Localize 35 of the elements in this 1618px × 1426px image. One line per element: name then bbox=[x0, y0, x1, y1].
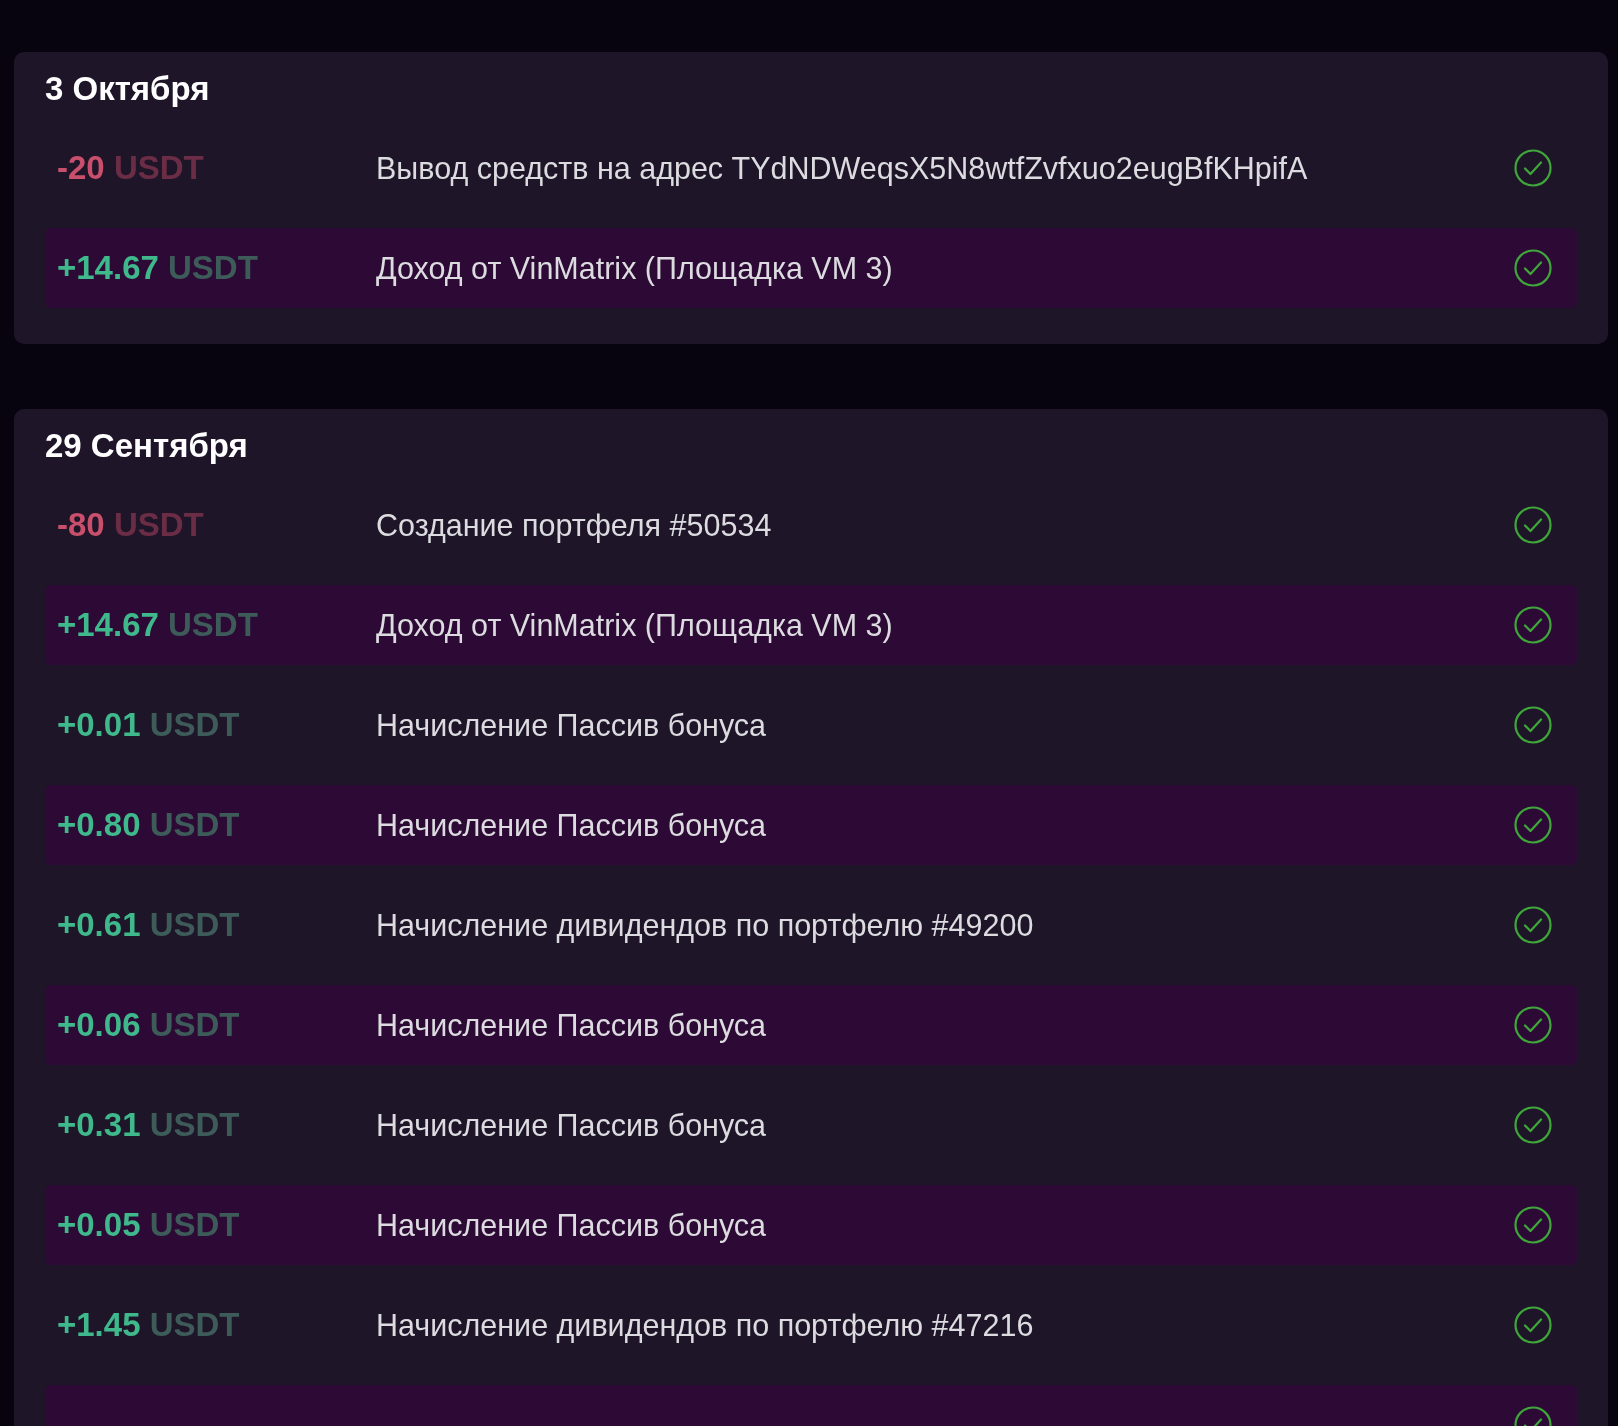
currency-label: USDT bbox=[149, 1206, 240, 1243]
transaction-description: Начисление Пассив бонуса bbox=[376, 707, 767, 743]
currency-label: USDT bbox=[149, 1006, 240, 1043]
transaction-amount: +1.45 bbox=[57, 1306, 141, 1343]
transaction-amount: -20 bbox=[57, 149, 105, 186]
transaction-amount: +0.05 bbox=[57, 1206, 141, 1243]
transaction-amount: +0.06 bbox=[57, 1006, 141, 1043]
transaction-amount: -80 bbox=[57, 506, 105, 543]
day-heading: 29 Сентября bbox=[45, 427, 249, 465]
currency-label: USDT bbox=[149, 906, 240, 943]
transaction-description: Начисление Пассив бонуса bbox=[376, 1007, 767, 1043]
transaction-description: Начисление дивидендов по портфелю #47216 bbox=[376, 1307, 1034, 1343]
transaction-description: Вывод средств на адрес TYdNDWeqsX5N8wtfZvfxuo2eugBfKHpifA bbox=[376, 150, 1308, 186]
currency-label: USDT bbox=[168, 606, 258, 643]
transaction-amount: +0.80 bbox=[57, 806, 141, 843]
transaction-amount: +14.67 bbox=[57, 249, 159, 286]
currency-label: USDT bbox=[168, 249, 258, 286]
transaction-description: Начисление Пассив бонуса bbox=[376, 1107, 767, 1143]
transaction-description: Начисление Пассив бонуса bbox=[376, 807, 767, 843]
currency-label: USDT bbox=[149, 1106, 240, 1143]
day-heading: 3 Октября bbox=[45, 70, 211, 108]
currency-label: USDT bbox=[149, 806, 240, 843]
transaction-amount: +0.31 bbox=[57, 1106, 141, 1143]
currency-label: USDT bbox=[113, 506, 204, 543]
currency-label: USDT bbox=[149, 1306, 240, 1343]
currency-label: USDT bbox=[149, 706, 240, 743]
transaction-description: Создание портфеля #50534 bbox=[376, 507, 772, 543]
transaction-amount: +14.67 bbox=[57, 606, 159, 643]
transaction-description: Начисление Пассив бонуса bbox=[376, 1207, 767, 1243]
transaction-description: Начисление дивидендов по портфелю #49200 bbox=[376, 907, 1034, 943]
transaction-description: Доход от VinMatrix (Площадка VM 3) bbox=[376, 607, 893, 643]
currency-label: USDT bbox=[113, 149, 204, 186]
transaction-description: Доход от VinMatrix (Площадка VM 3) bbox=[376, 250, 893, 286]
transaction-amount: +0.61 bbox=[57, 906, 141, 943]
transaction-amount: +0.01 bbox=[57, 706, 141, 743]
